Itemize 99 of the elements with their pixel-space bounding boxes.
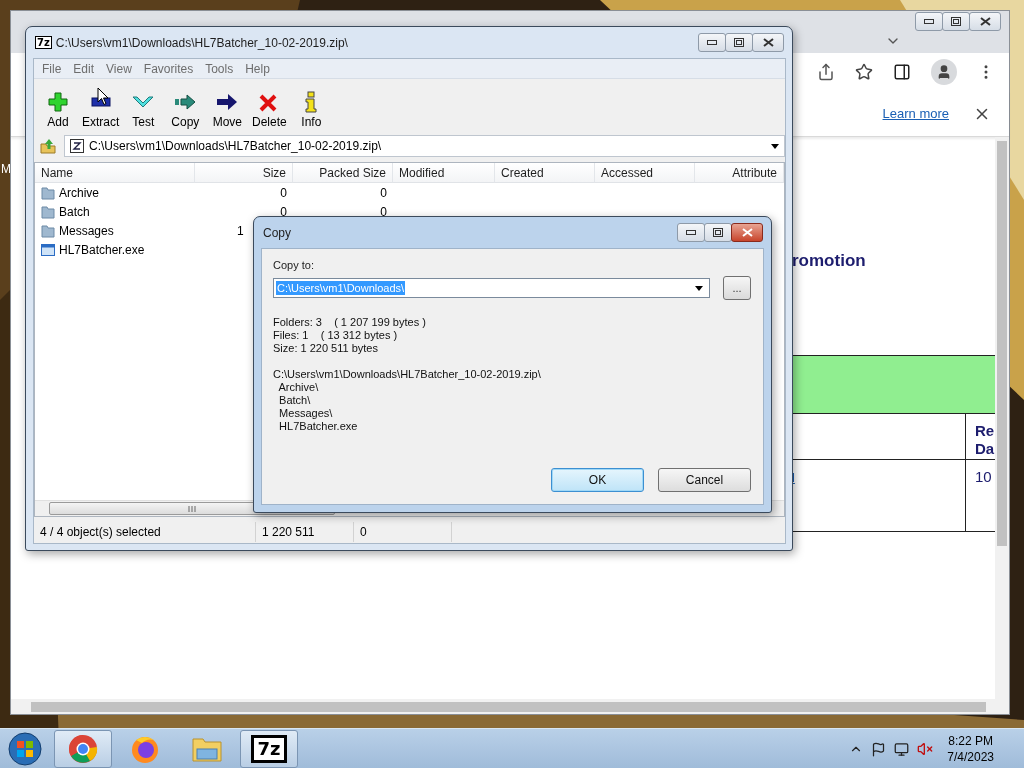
browse-button[interactable]: ... — [723, 276, 751, 300]
page-heading: romotion — [792, 251, 867, 271]
folder-icon — [191, 735, 223, 763]
summary-line: Folders: 3 ( 1 207 199 bytes ) — [273, 316, 427, 329]
start-button[interactable] — [8, 732, 42, 766]
maximize-icon — [734, 38, 744, 47]
status-text: 0 — [354, 522, 452, 542]
flag-icon[interactable] — [871, 741, 887, 757]
column-header[interactable]: Accessed — [595, 163, 695, 183]
minimize-button[interactable] — [698, 33, 726, 52]
path-line: Batch\ — [278, 394, 312, 407]
file-name-cell[interactable]: HL7Batcher.exe — [35, 240, 195, 259]
toolbar-button[interactable]: Move — [206, 91, 249, 129]
folder-up-icon — [40, 138, 56, 154]
learn-more-link[interactable]: Learn more — [882, 106, 949, 121]
toolbar-button[interactable]: Copy — [164, 91, 207, 129]
archive-icon — [70, 139, 84, 153]
minimize-icon — [707, 40, 717, 45]
status-text: 1 220 511 — [256, 522, 354, 542]
minimize-button[interactable] — [915, 12, 943, 31]
file-name-cell[interactable]: Messages — [35, 221, 195, 240]
side-panel-icon[interactable] — [893, 63, 911, 81]
toolbar-button[interactable]: Test — [122, 91, 165, 129]
dialog-button[interactable]: Cancel — [658, 468, 751, 492]
arrow-icon — [174, 91, 197, 113]
menu-item[interactable]: Favorites — [137, 61, 200, 76]
dialog-title: Copy — [263, 225, 292, 240]
path-line: HL7Batcher.exe — [278, 420, 359, 433]
size-cell-text: 0 — [279, 184, 288, 202]
close-icon — [741, 228, 753, 237]
column-header[interactable]: Packed Size — [293, 163, 393, 183]
sevenzip-logo: 7z — [35, 36, 52, 49]
field-label: Copy to: — [273, 259, 315, 271]
column-header[interactable]: Created — [495, 163, 595, 183]
column-header[interactable]: Size — [195, 163, 293, 183]
path-line: C:\Users\vm1\Downloads\HL7Batcher_10-02-2019.zip\ — [273, 368, 542, 381]
mouse-cursor-icon — [97, 87, 109, 106]
horizontal-scrollbar[interactable] — [11, 699, 1009, 714]
minimize-button[interactable] — [677, 223, 705, 242]
maximize-button[interactable] — [942, 12, 970, 31]
taskbar-button[interactable]: 7z — [240, 730, 298, 768]
grip-icon — [188, 505, 196, 512]
folder-icon — [41, 185, 55, 200]
menu-item[interactable]: Edit — [67, 61, 101, 76]
column-header[interactable]: Attribute — [695, 163, 784, 183]
chrome-logo-icon — [68, 734, 98, 764]
clock[interactable]: 8:22 PM 7/4/2023 — [947, 733, 994, 765]
size-cell-text: 0 — [279, 203, 288, 221]
toolbar-button[interactable]: Info — [290, 91, 333, 129]
packed-size-cell-text: 0 — [379, 184, 388, 202]
taskbar-button[interactable] — [54, 730, 112, 768]
file-name-cell[interactable]: Archive — [35, 183, 195, 202]
dropdown-caret-icon — [771, 143, 779, 149]
summary-line: Files: 1 ( 13 312 bytes ) — [273, 329, 399, 342]
maximize-button[interactable] — [725, 33, 753, 52]
dropdown-caret-icon — [695, 285, 703, 291]
vertical-scrollbar[interactable] — [995, 137, 1009, 699]
sevenzip-logo: 7z — [251, 735, 287, 763]
window-title: C:\Users\vm1\Downloads\HL7Batcher_10-02-2019.zip\ — [55, 35, 349, 50]
maximize-icon — [951, 17, 961, 26]
menu-item[interactable]: Tools — [199, 61, 240, 76]
arrow-icon — [216, 91, 239, 113]
toolbar-button[interactable]: Add — [37, 91, 79, 129]
share-icon[interactable] — [817, 63, 835, 81]
file-name-cell[interactable]: Batch — [35, 202, 195, 221]
maximize-button[interactable] — [704, 223, 732, 242]
column-header[interactable]: Modified — [393, 163, 495, 183]
status-text: 4 / 4 object(s) selected — [34, 522, 256, 542]
menu-item[interactable]: File — [36, 61, 68, 76]
folder-icon — [41, 223, 55, 238]
firefox-logo-icon — [130, 734, 160, 764]
dialog-button[interactable]: OK — [551, 468, 644, 492]
column-header[interactable]: Name — [35, 163, 195, 183]
menu-item[interactable]: Help — [239, 61, 276, 76]
window-icon — [41, 243, 55, 256]
profile-avatar[interactable] — [931, 59, 957, 85]
close-button[interactable] — [752, 33, 784, 52]
summary-line: Size: 1 220 511 bytes — [273, 342, 379, 355]
close-button[interactable] — [731, 223, 763, 242]
plus-icon — [47, 91, 69, 113]
menu-item[interactable]: View — [100, 61, 138, 76]
star-icon[interactable] — [855, 63, 873, 81]
packed-size-cell-text: 0 — [379, 203, 388, 221]
network-icon[interactable] — [894, 741, 910, 757]
muted-speaker-icon[interactable] — [917, 741, 934, 757]
table-link[interactable]: l — [792, 470, 795, 485]
desktop-icon-label[interactable]: M — [1, 162, 11, 176]
address-field[interactable]: C:\Users\vm1\Downloads\HL7Batcher_10-02-2019.zip\ — [64, 135, 785, 157]
maximize-icon — [713, 228, 723, 237]
close-icon — [979, 17, 991, 26]
path-line: Archive\ — [277, 381, 320, 394]
minimize-icon — [924, 19, 934, 24]
close-button[interactable] — [969, 12, 1001, 31]
size-text: 1 — [237, 223, 244, 238]
path-line: Messages\ — [278, 407, 334, 420]
close-icon — [762, 38, 774, 47]
folder-icon — [41, 204, 55, 219]
toolbar-button[interactable]: Delete — [248, 91, 291, 129]
minimize-icon — [686, 230, 696, 235]
